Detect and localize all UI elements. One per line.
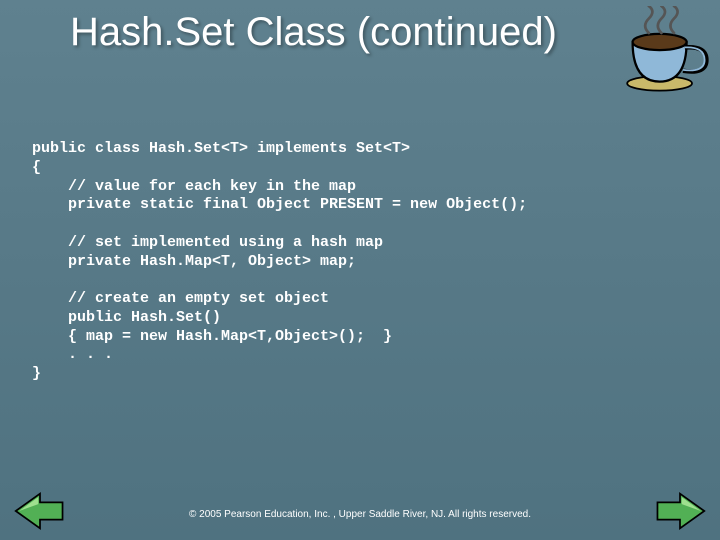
slide: Hash.Set Class (continued) public class … — [0, 0, 720, 540]
next-arrow-icon[interactable] — [654, 490, 706, 532]
coffee-cup-icon — [620, 6, 710, 96]
prev-arrow-icon[interactable] — [14, 490, 66, 532]
code-listing: public class Hash.Set<T> implements Set<… — [32, 140, 688, 384]
copyright-footer: © 2005 Pearson Education, Inc. , Upper S… — [0, 509, 720, 520]
slide-title: Hash.Set Class (continued) — [70, 10, 610, 55]
